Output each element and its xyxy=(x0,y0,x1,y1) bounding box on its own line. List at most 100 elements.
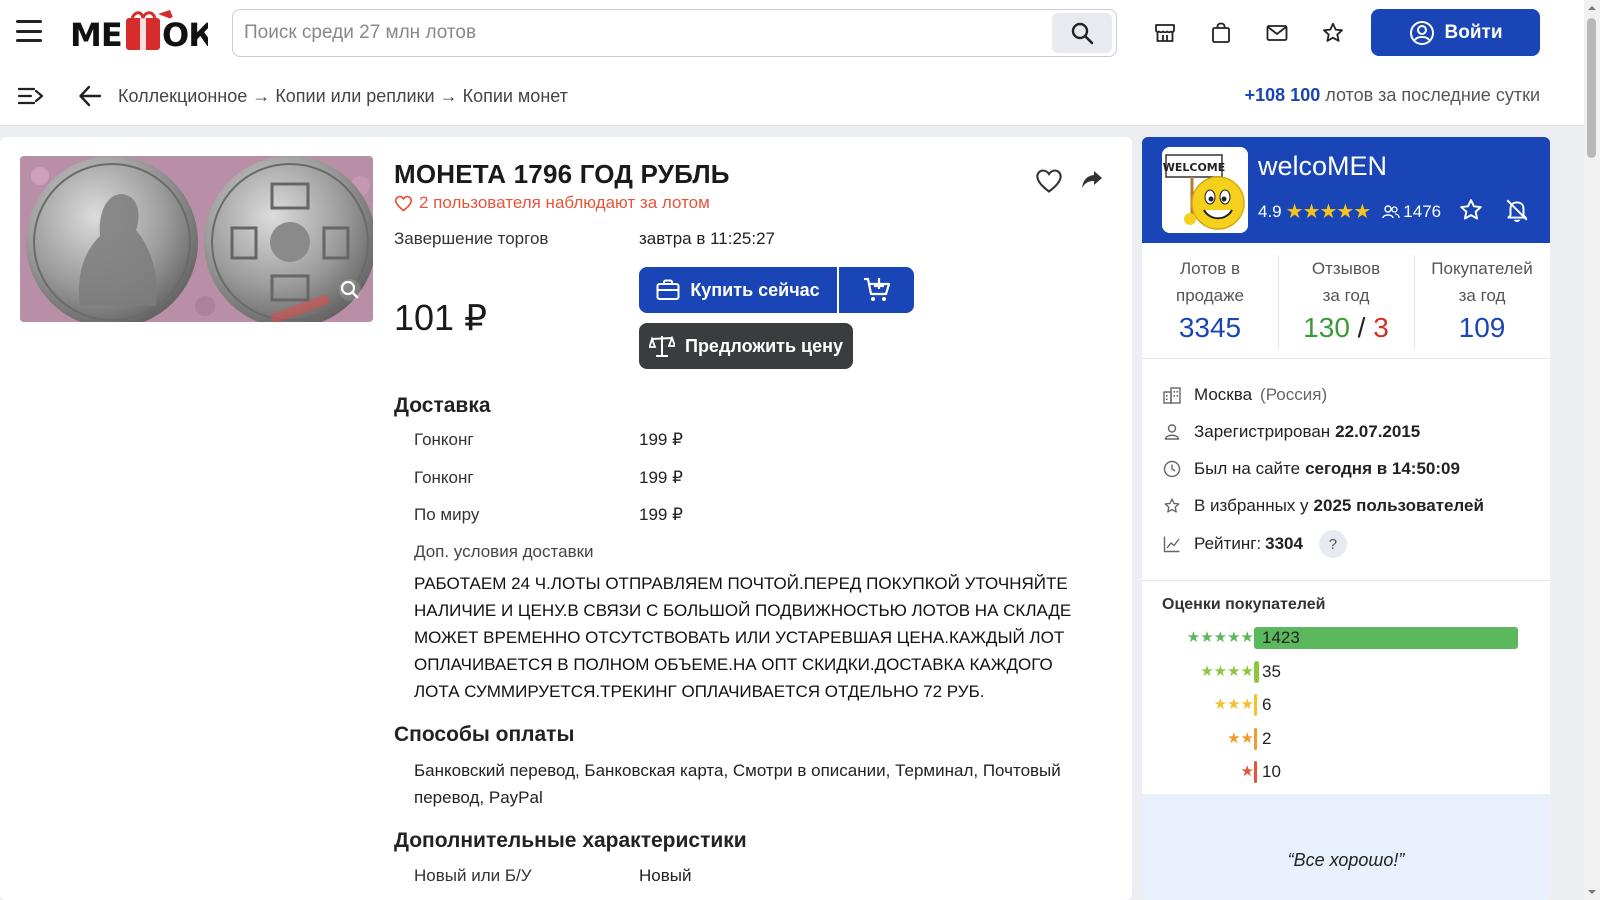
rating-stars-icon: ★★★★ xyxy=(1200,662,1254,680)
rating-count: 10 xyxy=(1262,762,1281,781)
main-menu-button[interactable] xyxy=(16,20,42,42)
rating-row-4-stars[interactable]: ★★★★ 35 xyxy=(1142,659,1550,685)
star-icon xyxy=(1162,496,1182,516)
seller-rating-value: 4.9 xyxy=(1258,201,1282,221)
store-icon[interactable] xyxy=(1152,20,1178,46)
breadcrumb-item-coin-copies[interactable]: Копии монет xyxy=(463,86,568,106)
page-scrollbar[interactable] xyxy=(1584,0,1600,900)
characteristic-label: Новый или Б/У xyxy=(414,866,532,885)
login-button[interactable]: Войти xyxy=(1371,9,1540,56)
search-input[interactable] xyxy=(233,10,1052,56)
delivery-price: 199 ₽ xyxy=(639,505,683,524)
scroll-down-icon[interactable] xyxy=(1587,887,1597,897)
rating-row-2-stars[interactable]: ★★ 2 xyxy=(1142,726,1550,752)
rating-row-5-stars[interactable]: ★★★★★ 1423 xyxy=(1142,625,1550,651)
offer-price-button[interactable]: Предложить цену xyxy=(639,323,853,369)
rating-stars-icon: ★★★ xyxy=(1213,696,1254,713)
rating-count: 2 xyxy=(1262,728,1272,748)
seller-last-seen: Был на сайте сегодня в 14:50:09 xyxy=(1162,459,1460,479)
negative-reviews: 3 xyxy=(1373,312,1389,343)
seller-header: WELCOME welcoMEN 4.9 ★★★★★ 1476 xyxy=(1142,137,1550,243)
cart-plus-icon xyxy=(863,277,890,301)
rating-bar xyxy=(1254,761,1257,783)
seller-name[interactable]: welcoMEN xyxy=(1258,151,1387,182)
registered-label: Зарегистрирован xyxy=(1194,422,1331,441)
buyer-ratings-heading: Оценки покупателей xyxy=(1162,596,1326,613)
rating-bar xyxy=(1254,660,1259,683)
bag-icon[interactable] xyxy=(1208,20,1234,46)
stat-buyers[interactable]: Покупателей за год 109 xyxy=(1414,243,1550,358)
lot-price: 101 ₽ xyxy=(394,297,487,338)
rating-row-1-stars[interactable]: ★ 10 xyxy=(1142,759,1550,785)
stat-value: 109 xyxy=(1458,312,1506,343)
breadcrumb-item-replicas[interactable]: Копии или реплики xyxy=(275,86,434,106)
add-to-watchlist-button[interactable] xyxy=(1035,167,1063,195)
offer-price-label: Предложить цену xyxy=(685,335,843,356)
back-button[interactable] xyxy=(78,84,102,108)
scroll-up-icon[interactable] xyxy=(1587,3,1597,13)
new-lots-counter[interactable]: +108 100 лотов за последние сутки xyxy=(1245,85,1540,106)
rating-bar xyxy=(1254,694,1257,716)
stat-value: 3345 xyxy=(1178,312,1242,343)
review-quote: “Все хорошо!” xyxy=(1287,850,1405,870)
rating-count: 1423 xyxy=(1262,628,1300,647)
rating-count: 35 xyxy=(1262,661,1281,681)
stat-reviews[interactable]: Отзывов за год 130 / 3 xyxy=(1278,243,1414,358)
rating-stars-icon: ★ xyxy=(1240,763,1254,780)
buy-now-button[interactable]: Купить сейчас xyxy=(639,267,837,313)
lot-image[interactable] xyxy=(20,156,373,322)
favorites-star-icon[interactable] xyxy=(1320,20,1346,46)
notifications-off-button[interactable] xyxy=(1504,197,1530,223)
menu-arrow-icon xyxy=(17,87,44,105)
rating-help-button[interactable]: ? xyxy=(1318,530,1347,558)
rating-label: Рейтинг: xyxy=(1194,534,1262,553)
welcome-smiley-avatar: WELCOME xyxy=(1162,147,1248,233)
search-icon xyxy=(1071,22,1094,45)
stat-label: Покупателей за год xyxy=(1431,259,1533,305)
auction-end-value: завтра в 11:25:27 xyxy=(639,229,775,248)
share-button[interactable] xyxy=(1080,167,1108,195)
delivery-heading: Доставка xyxy=(394,394,491,417)
add-to-cart-button[interactable] xyxy=(839,267,914,313)
seller-rating: 4.9 ★★★★★ 1476 xyxy=(1258,199,1441,224)
payment-heading: Способы оплаты xyxy=(394,723,575,746)
breadcrumb-item-collectibles[interactable]: Коллекционное xyxy=(118,86,247,106)
site-logo[interactable]: МЕ ОК xyxy=(70,10,208,54)
stat-lots-for-sale[interactable]: Лотов в продаже 3345 xyxy=(1142,243,1278,358)
rating-bar xyxy=(1254,727,1257,750)
seller-card: WELCOME welcoMEN 4.9 ★★★★★ 1476 Лотов в … xyxy=(1142,137,1550,900)
new-lots-suffix: лотов за последние сутки xyxy=(1325,85,1540,105)
extra-delivery-text: РАБОТАЕМ 24 Ч.ЛОТЫ ОТПРАВЛЯЕМ ПОЧТОЙ.ПЕР… xyxy=(414,574,1072,701)
search-button[interactable] xyxy=(1052,13,1112,53)
registered-value: 22.07.2015 xyxy=(1335,422,1421,441)
category-menu-button[interactable] xyxy=(17,86,44,106)
arrow-left-icon xyxy=(79,85,102,107)
rating-stars-icon: ★★★★★ xyxy=(1186,629,1254,646)
rating-row-3-stars[interactable]: ★★★ 6 xyxy=(1142,692,1550,718)
favorite-seller-button[interactable] xyxy=(1458,197,1484,223)
briefcase-icon xyxy=(656,279,680,300)
heart-icon xyxy=(394,195,413,212)
seller-followers: 1476 xyxy=(1382,202,1441,222)
seller-city: Москва xyxy=(1194,385,1253,404)
lot-title: МОНЕТА 1796 ГОД РУБЛЬ xyxy=(394,159,730,189)
mail-icon[interactable] xyxy=(1264,20,1290,46)
delivery-region: Гонконг xyxy=(414,430,474,449)
payment-methods: Банковский перевод, Банковская карта, См… xyxy=(414,761,1061,807)
rating-value: 3304 xyxy=(1265,534,1303,553)
star-outline-icon xyxy=(1460,199,1482,220)
last-seen-label: Был на сайте xyxy=(1194,459,1301,478)
stat-label: Отзывов за год xyxy=(1311,259,1381,305)
scroll-thumb[interactable] xyxy=(1587,18,1596,158)
buy-now-label: Купить сейчас xyxy=(690,279,820,300)
login-label: Войти xyxy=(1444,21,1503,43)
search-bar xyxy=(232,9,1117,57)
delivery-price: 199 ₽ xyxy=(639,468,683,487)
seller-country: (Россия) xyxy=(1260,385,1328,404)
characteristic-value: Новый xyxy=(639,866,692,885)
seller-avatar[interactable]: WELCOME xyxy=(1162,147,1248,233)
seller-rating-score: Рейтинг: 3304 ? xyxy=(1162,530,1347,558)
lot-card: МОНЕТА 1796 ГОД РУБЛЬ 2 пользователя наб… xyxy=(0,137,1132,900)
watchers-text: 2 пользователя наблюдают за лотом xyxy=(419,193,710,212)
rating-stars-icon: ★★ xyxy=(1227,729,1254,747)
